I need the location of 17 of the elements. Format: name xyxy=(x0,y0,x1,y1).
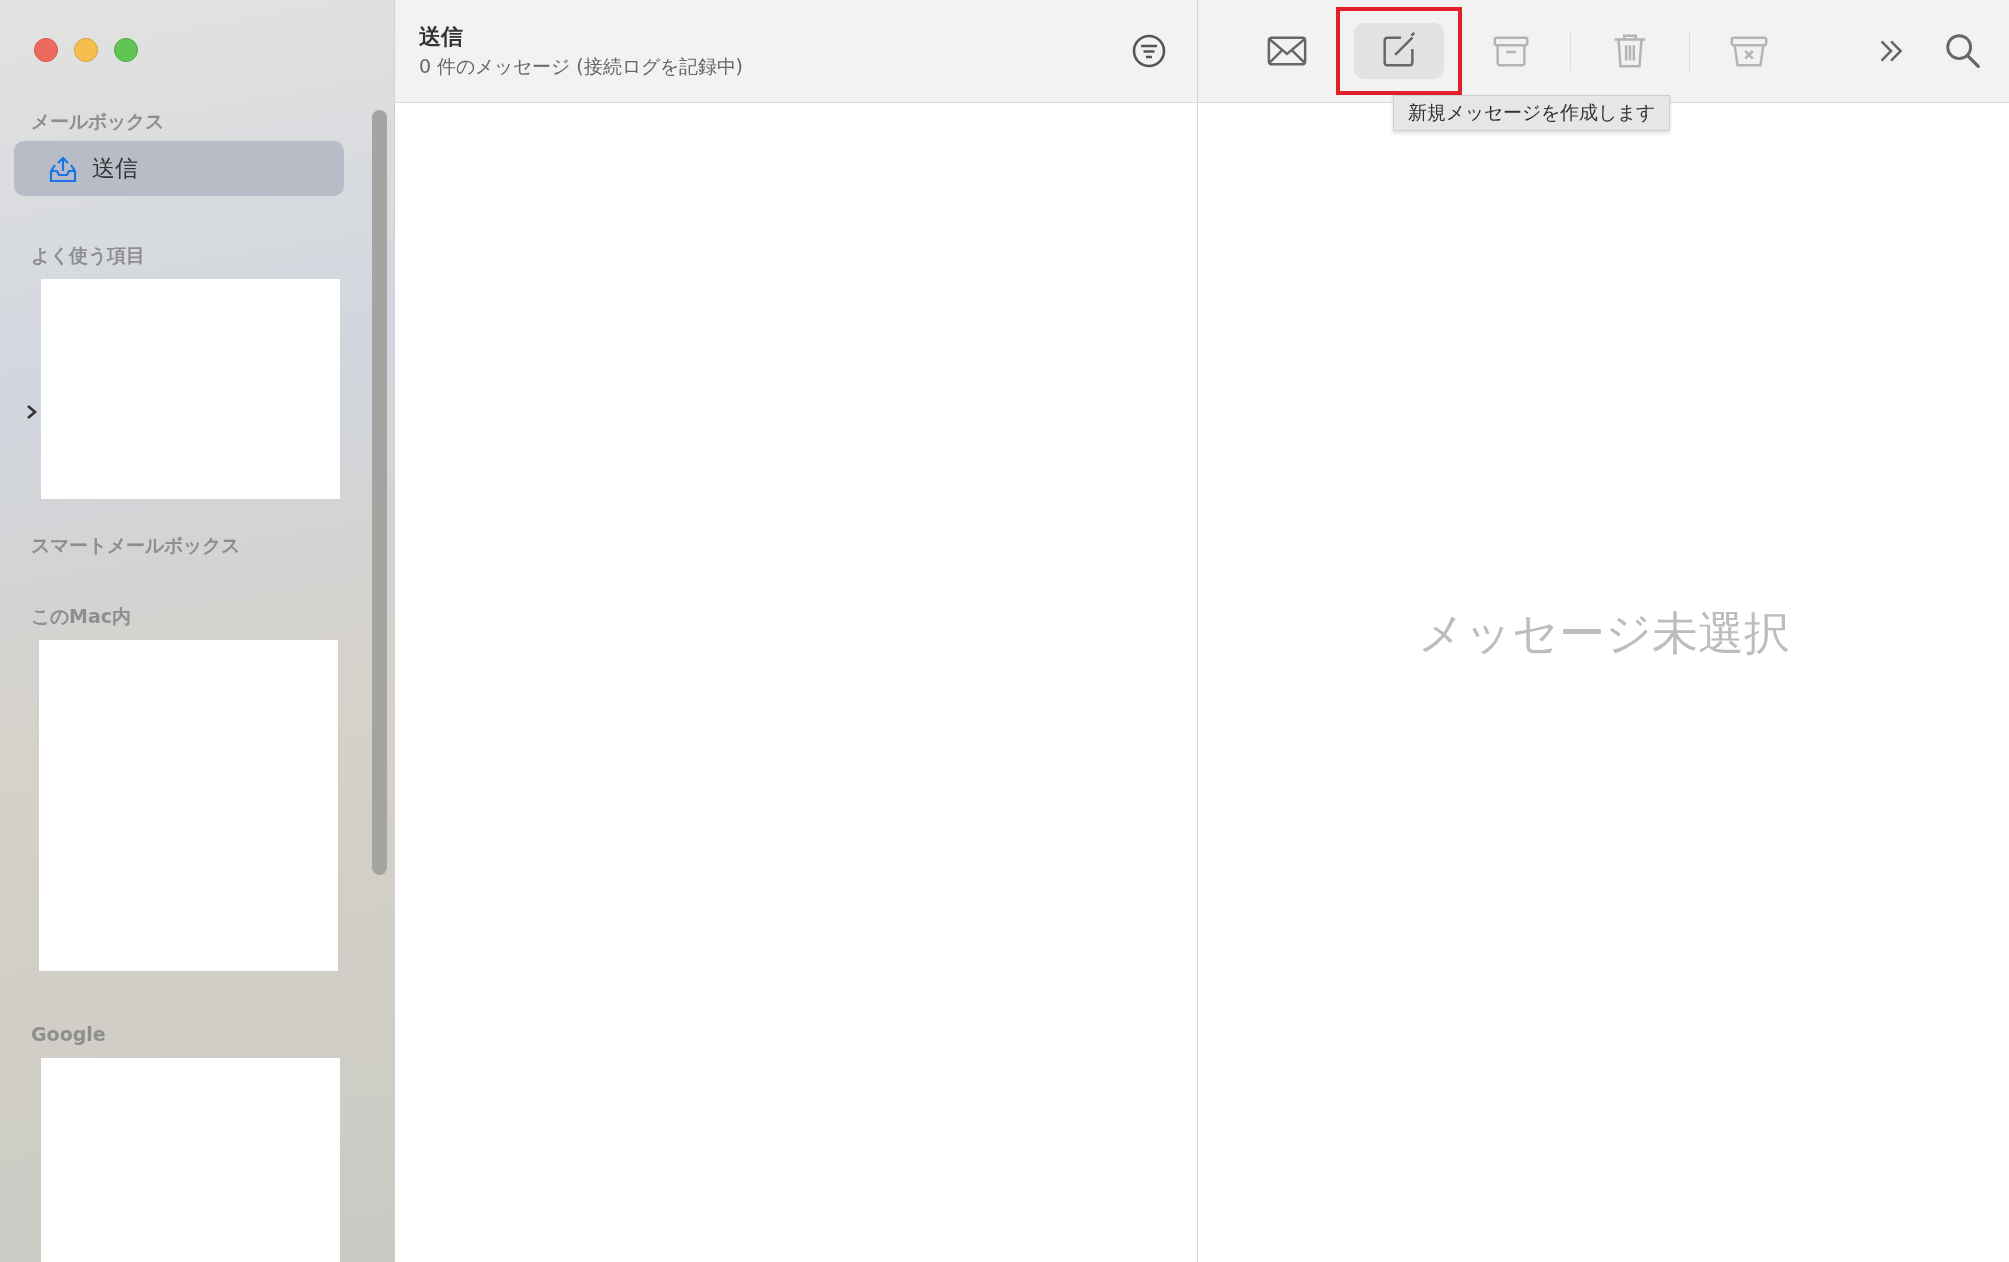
close-button[interactable] xyxy=(34,38,58,62)
section-heading: スマートメールボックス xyxy=(31,533,240,557)
scrollbar[interactable] xyxy=(372,110,387,875)
mailbox-item[interactable]: 送信 xyxy=(14,141,344,196)
filter-icon[interactable] xyxy=(1131,33,1167,69)
tooltip: 新規メッセージを作成します xyxy=(1393,95,1670,131)
message-count: 0 件のメッセージ (接続ログを記録中) xyxy=(419,54,743,79)
mailbox-title: 送信 xyxy=(419,23,464,51)
section-heading: メールボックス xyxy=(31,109,164,133)
compose-button[interactable] xyxy=(1354,23,1444,79)
empty-message-text: メッセージ未選択 xyxy=(1417,605,1790,662)
zoom-button[interactable] xyxy=(114,38,138,62)
section-heading: よく使う項目 xyxy=(31,243,145,267)
section-heading: Google xyxy=(31,1022,106,1046)
section-heading: このMac内 xyxy=(31,604,131,628)
chevron-icon[interactable] xyxy=(25,403,39,421)
minimize-button[interactable] xyxy=(74,38,98,62)
